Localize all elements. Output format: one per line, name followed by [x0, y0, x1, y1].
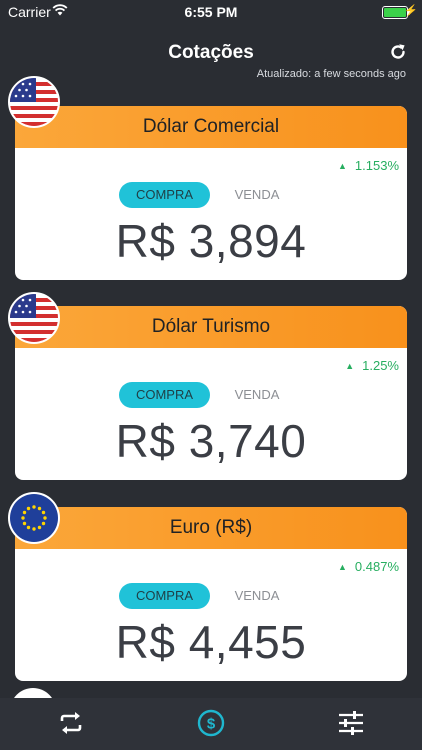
- arrow-up-icon: ▲: [345, 361, 355, 371]
- refresh-icon[interactable]: [388, 42, 408, 62]
- card-title: Euro (R$): [169, 517, 253, 538]
- card-header: Dólar Turismo: [15, 306, 407, 348]
- change-value: 1.153%: [354, 158, 399, 173]
- dollar-coin-icon[interactable]: $: [196, 708, 226, 738]
- tab-bar: $: [0, 698, 422, 750]
- price-value: R$ 3,894: [115, 215, 307, 267]
- change-value: 1.25%: [362, 358, 399, 373]
- card-title: Dólar Comercial: [142, 116, 280, 137]
- us-flag-icon: [8, 292, 60, 344]
- page-title: Cotações: [168, 42, 254, 63]
- charging-icon: ⚡: [404, 5, 418, 17]
- venda-button[interactable]: VENDA: [225, 182, 289, 208]
- quote-card-dolar-comercial[interactable]: Dólar Comercial ▲ 1.153% COMPRA VENDA R$ …: [15, 106, 407, 280]
- arrow-up-icon: ▲: [337, 161, 347, 171]
- card-title: Dólar Turismo: [151, 316, 271, 337]
- card-header: Euro (R$): [15, 507, 407, 549]
- change-value: 0.487%: [354, 559, 399, 574]
- eu-flag-icon: [8, 492, 60, 544]
- sliders-icon[interactable]: [336, 708, 366, 738]
- svg-text:$: $: [207, 716, 216, 733]
- us-flag-icon: [8, 76, 60, 128]
- arrow-up-icon: ▲: [337, 562, 347, 572]
- change-indicator: ▲ 1.25%: [345, 358, 399, 373]
- price-value: R$ 4,455: [115, 616, 307, 668]
- venda-button[interactable]: VENDA: [225, 583, 289, 609]
- change-indicator: ▲ 1.153%: [338, 158, 399, 173]
- change-indicator: ▲ 0.487%: [338, 559, 399, 574]
- status-bar: Carrier 6:55 PM ⚡: [0, 0, 422, 24]
- compra-button[interactable]: COMPRA: [119, 182, 210, 208]
- card-header: Dólar Comercial: [15, 106, 407, 148]
- compra-button[interactable]: COMPRA: [119, 583, 210, 609]
- convert-arrows-icon[interactable]: [56, 708, 86, 738]
- quote-card-dolar-turismo[interactable]: Dólar Turismo ▲ 1.25% COMPRA VENDA R$ 3,7…: [15, 306, 407, 480]
- status-time: 6:55 PM: [184, 4, 238, 20]
- quote-card-euro[interactable]: Euro (R$) ▲ 0.487% COMPRA VENDA R$ 4,455: [15, 507, 407, 681]
- last-updated-label: Atualizado: a few seconds ago: [256, 68, 406, 80]
- price-value: R$ 3,740: [115, 415, 307, 467]
- venda-button[interactable]: VENDA: [225, 382, 289, 408]
- compra-button[interactable]: COMPRA: [119, 382, 210, 408]
- app-screen: Carrier 6:55 PM ⚡ Cotações Atualizado: a…: [0, 0, 422, 750]
